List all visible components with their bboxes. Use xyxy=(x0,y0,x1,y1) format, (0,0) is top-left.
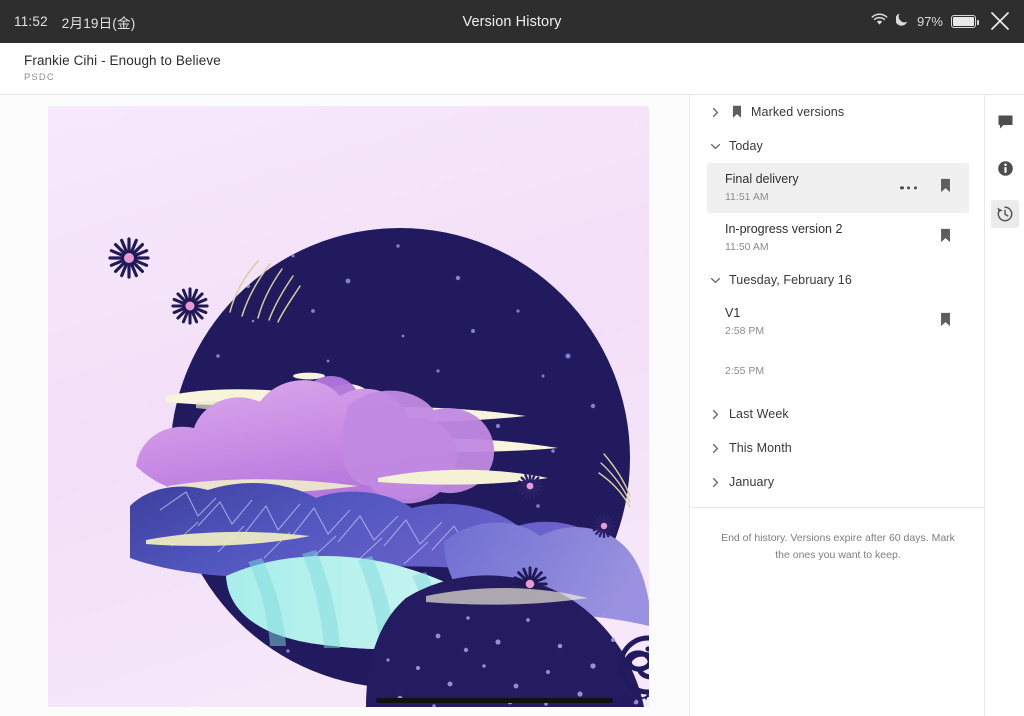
version-history-panel: Marked versions Today Final delivery 11:51 … xyxy=(691,95,985,716)
version-group-header[interactable]: Marked versions xyxy=(691,95,985,129)
version-group-header[interactable]: Today xyxy=(691,129,985,163)
chevron-right-icon xyxy=(707,474,723,490)
chevron-right-icon xyxy=(707,440,723,456)
version-row[interactable]: Final delivery 11:51 AM xyxy=(707,163,969,213)
version-group-label: Last Week xyxy=(729,407,789,421)
version-timestamp: 2:58 PM xyxy=(725,325,765,337)
battery-icon xyxy=(951,15,980,28)
version-row[interactable]: V1 2:58 PM xyxy=(707,297,969,347)
version-timestamp: 11:51 AM xyxy=(725,191,769,203)
version-history-screen: 11:52 2月19日(金) Version History 97% Frank… xyxy=(0,0,1024,716)
chevron-down-icon xyxy=(707,138,723,154)
version-title: Final delivery xyxy=(725,172,799,186)
version-list: Marked versions Today Final delivery 11:51 … xyxy=(691,95,985,507)
comment-icon xyxy=(991,108,1019,136)
version-group-label: Marked versions xyxy=(751,105,845,119)
version-timestamp: 11:50 AM xyxy=(725,241,769,253)
bookmark-icon[interactable] xyxy=(940,178,951,198)
version-row-text: V1 2:58 PM xyxy=(725,305,764,338)
document-format: PSDC xyxy=(24,72,55,83)
version-history-icon xyxy=(991,200,1019,228)
version-title: In-progress version 2 xyxy=(725,222,843,236)
version-row[interactable]: 2:55 PM xyxy=(707,347,969,397)
chevron-right-icon xyxy=(707,104,723,120)
version-group-label: Today xyxy=(729,139,763,153)
version-group-label: Tuesday, February 16 xyxy=(729,273,852,287)
right-rail xyxy=(986,95,1024,716)
home-indicator xyxy=(376,698,613,703)
version-history-button[interactable] xyxy=(986,195,1024,233)
version-timestamp: 2:55 PM xyxy=(725,365,765,377)
version-group-label: This Month xyxy=(729,441,792,455)
version-group-header[interactable]: January xyxy=(691,465,985,499)
bookmark-icon[interactable] xyxy=(940,312,951,332)
canvas-area[interactable] xyxy=(0,95,690,716)
version-row-text: Final delivery 11:51 AM xyxy=(725,171,799,204)
more-options-icon[interactable] xyxy=(900,186,917,190)
bookmark-icon[interactable] xyxy=(940,228,951,248)
close-icon[interactable] xyxy=(984,5,1016,37)
version-title: V1 xyxy=(725,306,741,320)
version-group-header[interactable]: This Month xyxy=(691,431,985,465)
status-bar: 11:52 2月19日(金) Version History 97% xyxy=(0,0,1024,43)
version-row[interactable]: In-progress version 2 11:50 AM xyxy=(707,213,969,263)
chevron-right-icon xyxy=(707,406,723,422)
info-icon xyxy=(991,154,1019,182)
bookmark-icon xyxy=(729,105,744,119)
version-group-label: January xyxy=(729,475,775,489)
battery-percent: 97% xyxy=(916,14,943,29)
version-row-text: 2:55 PM xyxy=(725,365,764,378)
artwork-illustration xyxy=(48,106,649,707)
comment-panel-button[interactable] xyxy=(986,103,1024,141)
version-row-text: In-progress version 2 11:50 AM xyxy=(725,221,842,254)
chevron-down-icon xyxy=(707,272,723,288)
document-header: Frankie Cihi - Enough to Believe PSDC xyxy=(0,43,1024,95)
artwork-preview[interactable] xyxy=(48,106,649,707)
status-bar-right: 97% xyxy=(871,0,980,43)
wifi-icon xyxy=(871,12,888,31)
version-group-header[interactable]: Last Week xyxy=(691,397,985,431)
history-footer-note: End of history. Versions expire after 60… xyxy=(721,532,955,561)
do-not-disturb-moon-icon xyxy=(895,12,909,31)
info-panel-button[interactable] xyxy=(986,149,1024,187)
version-group-header[interactable]: Tuesday, February 16 xyxy=(691,263,985,297)
page-title: Frankie Cihi - Enough to Believe xyxy=(24,53,221,68)
